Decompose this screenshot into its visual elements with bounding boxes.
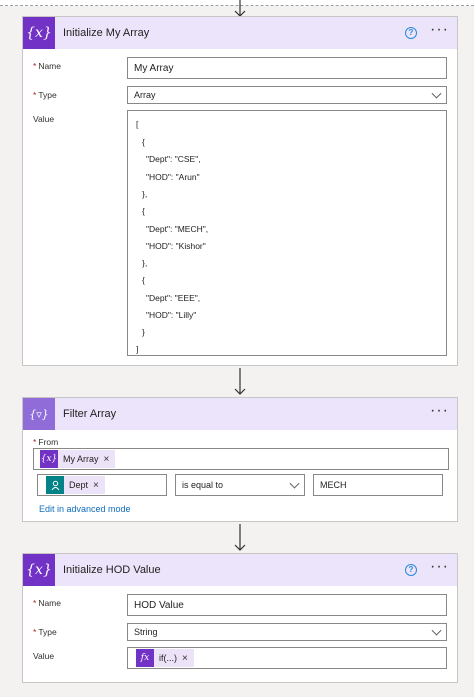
- connector-arrow-icon: [234, 524, 246, 551]
- json-line: },: [142, 189, 148, 199]
- chevron-down-icon: [289, 478, 300, 489]
- name-label: * Name: [33, 598, 61, 608]
- close-icon[interactable]: ×: [93, 480, 105, 491]
- value-input[interactable]: fx if(...) ×: [127, 647, 447, 669]
- required-mark: *: [33, 437, 37, 447]
- variable-icon: {x}: [23, 17, 55, 49]
- from-token[interactable]: {x} My Array ×: [40, 450, 116, 468]
- function-icon: fx: [136, 649, 154, 667]
- filter-array-card: {▿} Filter Array ··· * From {x} My Array …: [22, 397, 458, 522]
- type-select[interactable]: String: [127, 623, 447, 641]
- card-title: Initialize HOD Value: [63, 564, 161, 576]
- json-line: "HOD": "Arun": [146, 172, 200, 182]
- json-line: }: [142, 327, 145, 337]
- required-mark: *: [33, 598, 37, 608]
- name-input[interactable]: HOD Value: [127, 594, 447, 616]
- required-mark: *: [33, 627, 37, 637]
- initialize-my-array-card: {x} Initialize My Array ? ··· * Name My A…: [22, 16, 458, 366]
- name-input[interactable]: My Array: [127, 57, 447, 79]
- condition-right-input[interactable]: MECH: [313, 474, 443, 496]
- expression-token[interactable]: fx if(...) ×: [136, 649, 194, 667]
- dept-token[interactable]: Dept ×: [46, 476, 105, 494]
- required-mark: *: [33, 61, 37, 71]
- condition-left-input[interactable]: Dept ×: [37, 474, 167, 496]
- close-icon[interactable]: ×: [182, 653, 194, 664]
- card-header[interactable]: {x} Initialize HOD Value ? ···: [23, 554, 457, 586]
- json-line: {: [142, 137, 145, 147]
- from-input[interactable]: {x} My Array ×: [33, 448, 449, 470]
- card-header[interactable]: {▿} Filter Array ···: [23, 398, 457, 430]
- connector-arrow-icon: [234, 368, 246, 395]
- card-title: Initialize My Array: [63, 27, 150, 39]
- edit-advanced-mode-link[interactable]: Edit in advanced mode: [39, 504, 131, 514]
- json-line: "Dept": "CSE",: [146, 154, 201, 164]
- json-line: {: [142, 206, 145, 216]
- type-label: * Type: [33, 627, 57, 637]
- chevron-down-icon: [431, 625, 442, 636]
- json-line: {: [142, 275, 145, 285]
- json-line: "HOD": "Kishor": [146, 241, 206, 251]
- help-icon[interactable]: ?: [405, 564, 417, 576]
- help-icon[interactable]: ?: [405, 27, 417, 39]
- value-textarea[interactable]: [ { "Dept": "CSE", "HOD": "Arun" }, { "D…: [127, 110, 447, 356]
- json-line: "HOD": "Lilly": [146, 310, 197, 320]
- chevron-down-icon: [431, 88, 442, 99]
- more-options-icon[interactable]: ···: [430, 559, 449, 575]
- initialize-hod-value-card: {x} Initialize HOD Value ? ··· * Name HOD…: [22, 553, 458, 683]
- value-label: Value: [33, 114, 55, 124]
- variable-icon: {x}: [40, 450, 58, 468]
- item-icon: [46, 476, 64, 494]
- operator-select[interactable]: is equal to: [175, 474, 305, 496]
- from-label: * From: [33, 437, 59, 447]
- json-line: ]: [136, 344, 139, 354]
- value-label: Value: [33, 651, 55, 661]
- json-line: "Dept": "EEE",: [146, 293, 201, 303]
- card-header[interactable]: {x} Initialize My Array ? ···: [23, 17, 457, 49]
- required-mark: *: [33, 90, 37, 100]
- json-line: [: [136, 119, 139, 129]
- more-options-icon[interactable]: ···: [430, 403, 449, 419]
- more-options-icon[interactable]: ···: [430, 22, 449, 38]
- name-label: * Name: [33, 61, 61, 71]
- json-line: "Dept": "MECH",: [146, 224, 209, 234]
- json-line: },: [142, 258, 148, 268]
- type-select[interactable]: Array: [127, 86, 447, 104]
- type-label: * Type: [33, 90, 57, 100]
- filter-icon: {▿}: [23, 398, 55, 430]
- close-icon[interactable]: ×: [104, 454, 116, 465]
- card-title: Filter Array: [63, 408, 117, 420]
- variable-icon: {x}: [23, 554, 55, 586]
